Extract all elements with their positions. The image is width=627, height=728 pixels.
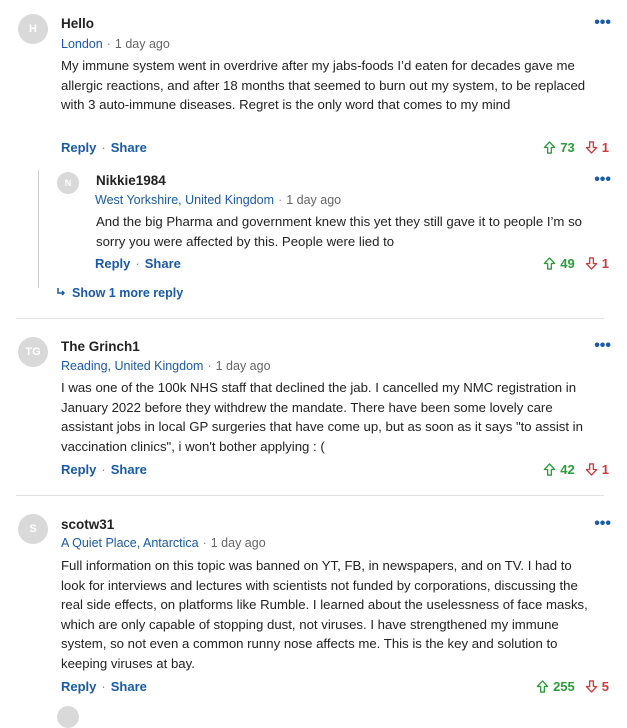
downvote-count: 1 bbox=[601, 140, 609, 155]
avatar[interactable]: TG bbox=[18, 337, 48, 367]
comment-location[interactable]: Reading, United Kingdom bbox=[61, 359, 203, 373]
comment-time: 1 day ago bbox=[286, 193, 342, 207]
comment-meta: London · 1 day ago bbox=[61, 37, 170, 51]
more-options-button[interactable]: ••• bbox=[594, 516, 611, 532]
comment-meta: West Yorkshire, United Kingdom · 1 day ago bbox=[95, 193, 341, 207]
more-options-button[interactable]: ••• bbox=[594, 172, 611, 188]
reply-button[interactable]: Reply bbox=[95, 256, 130, 271]
comment-time: 1 day ago bbox=[210, 536, 266, 550]
avatar[interactable]: H bbox=[18, 14, 48, 44]
share-button[interactable]: Share bbox=[111, 679, 147, 694]
share-button[interactable]: Share bbox=[111, 462, 147, 477]
comment-author[interactable]: Nikkie1984 bbox=[96, 173, 166, 188]
upvote-count: 255 bbox=[553, 679, 575, 694]
comment-text: And the big Pharma and government knew t… bbox=[96, 214, 583, 249]
upvote-button[interactable]: 255 bbox=[536, 679, 575, 694]
share-button[interactable]: Share bbox=[111, 140, 147, 155]
comment-author[interactable]: scotw31 bbox=[61, 517, 114, 532]
arrow-up-icon bbox=[544, 463, 556, 476]
downvote-button[interactable]: 5 bbox=[585, 679, 609, 694]
upvote-count: 42 bbox=[560, 462, 575, 477]
arrow-down-icon bbox=[585, 257, 598, 270]
arrow-down-icon bbox=[585, 141, 598, 154]
share-button[interactable]: Share bbox=[145, 256, 181, 271]
comment-meta: Reading, United Kingdom · 1 day ago bbox=[61, 359, 271, 373]
separator-dot: · bbox=[278, 193, 283, 207]
comment-location[interactable]: London bbox=[61, 37, 103, 51]
downvote-button[interactable]: 1 bbox=[585, 256, 609, 271]
arrow-up-icon bbox=[544, 257, 556, 270]
more-options-button[interactable]: ••• bbox=[594, 15, 611, 31]
reply-arrow-icon bbox=[56, 286, 66, 300]
avatar[interactable]: S bbox=[18, 514, 48, 544]
separator-dot: · bbox=[202, 536, 207, 550]
arrow-down-icon bbox=[585, 680, 598, 693]
comment-time: 1 day ago bbox=[114, 37, 170, 51]
vote-controls: 255 5 bbox=[536, 679, 609, 694]
upvote-button[interactable]: 49 bbox=[543, 256, 575, 271]
upvote-count: 73 bbox=[560, 140, 575, 155]
comment-text: I was one of the 100k NHS staff that dec… bbox=[61, 380, 583, 454]
divider bbox=[16, 495, 604, 496]
comment-location[interactable]: A Quiet Place, Antarctica bbox=[61, 536, 199, 550]
comment-author[interactable]: The Grinch1 bbox=[61, 339, 140, 354]
thread-line bbox=[38, 170, 39, 288]
upvote-button[interactable]: 73 bbox=[543, 140, 575, 155]
comment-time: 1 day ago bbox=[215, 359, 271, 373]
arrow-up-icon bbox=[544, 141, 556, 154]
vote-controls: 49 1 bbox=[543, 256, 609, 271]
comment-actions: Reply · Share bbox=[95, 256, 181, 271]
comment-actions: Reply · Share bbox=[61, 462, 147, 477]
downvote-count: 1 bbox=[601, 462, 609, 477]
comment-actions: Reply · Share bbox=[61, 679, 147, 694]
downvote-button[interactable]: 1 bbox=[585, 462, 609, 477]
avatar[interactable]: N bbox=[57, 172, 79, 194]
vote-controls: 73 1 bbox=[543, 140, 609, 155]
separator-dot: · bbox=[207, 359, 212, 373]
upvote-count: 49 bbox=[560, 256, 575, 271]
comment-location[interactable]: West Yorkshire, United Kingdom bbox=[95, 193, 274, 207]
comment-author[interactable]: Hello bbox=[61, 16, 94, 31]
downvote-count: 1 bbox=[601, 256, 609, 271]
reply-button[interactable]: Reply bbox=[61, 140, 96, 155]
comment-text: Full information on this topic was banne… bbox=[61, 558, 588, 671]
arrow-down-icon bbox=[585, 463, 598, 476]
downvote-button[interactable]: 1 bbox=[585, 140, 609, 155]
arrow-up-icon bbox=[536, 680, 549, 693]
reply-button[interactable]: Reply bbox=[61, 679, 96, 694]
reply-button[interactable]: Reply bbox=[61, 462, 96, 477]
comment-text: My immune system went in overdrive after… bbox=[61, 58, 586, 113]
upvote-button[interactable]: 42 bbox=[543, 462, 575, 477]
divider bbox=[16, 318, 604, 319]
show-more-replies-button[interactable]: Show 1 more reply bbox=[56, 286, 183, 300]
separator-dot: · bbox=[101, 679, 106, 694]
separator-dot: · bbox=[106, 37, 111, 51]
comment-actions: Reply · Share bbox=[61, 140, 147, 155]
separator-dot: · bbox=[101, 462, 106, 477]
avatar[interactable] bbox=[57, 706, 79, 728]
comment-meta: A Quiet Place, Antarctica · 1 day ago bbox=[61, 536, 266, 550]
separator-dot: · bbox=[135, 256, 140, 271]
downvote-count: 5 bbox=[601, 679, 609, 694]
more-options-button[interactable]: ••• bbox=[594, 338, 611, 354]
show-more-replies-label: Show 1 more reply bbox=[72, 286, 184, 300]
separator-dot: · bbox=[101, 140, 106, 155]
vote-controls: 42 1 bbox=[543, 462, 609, 477]
